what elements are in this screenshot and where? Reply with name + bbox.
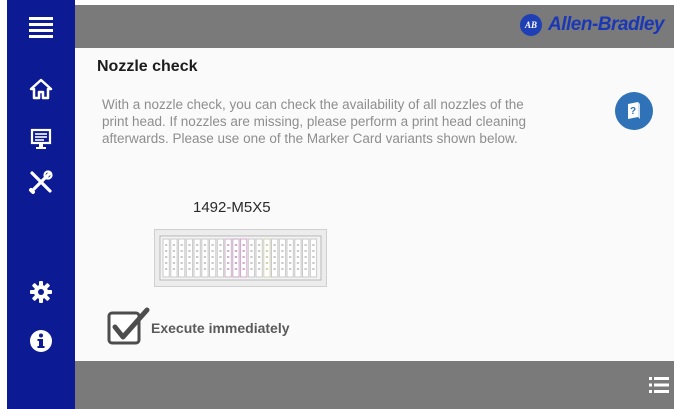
home-button[interactable] xyxy=(7,73,75,105)
sidebar xyxy=(7,0,75,409)
info-icon xyxy=(30,330,52,352)
top-bar: AB Allen-Bradley xyxy=(75,5,674,48)
manual-icon: ? xyxy=(628,102,640,119)
execute-label: Execute immediately xyxy=(151,320,290,336)
execute-immediately-toggle[interactable]: Execute immediately xyxy=(107,307,290,345)
menu-icon xyxy=(29,17,53,38)
settings-button[interactable] xyxy=(7,277,75,307)
monitor-button[interactable] xyxy=(7,124,75,154)
marker-card-image xyxy=(154,229,327,287)
main-panel: Nozzle check With a nozzle check, you ca… xyxy=(75,48,674,361)
page-description: With a nozzle check, you can check the a… xyxy=(102,97,526,146)
list-icon xyxy=(649,377,669,393)
brand-name: Allen-Bradley xyxy=(548,14,664,35)
monitor-icon xyxy=(30,128,52,149)
bottom-bar xyxy=(75,361,674,409)
brand-logo: AB Allen-Bradley xyxy=(520,14,664,36)
marker-card-graphic xyxy=(159,235,322,281)
home-icon xyxy=(29,78,53,100)
info-button[interactable] xyxy=(7,326,75,356)
list-button[interactable] xyxy=(648,375,670,400)
tools-button[interactable] xyxy=(7,166,75,198)
svg-text:?: ? xyxy=(630,106,636,117)
marker-card-label: 1492-M5X5 xyxy=(193,199,271,216)
menu-button[interactable] xyxy=(7,10,75,44)
gear-icon xyxy=(30,281,52,303)
page-title: Nozzle check xyxy=(97,58,198,75)
help-button[interactable]: ? xyxy=(615,92,653,130)
brand-mark: AB xyxy=(520,14,543,36)
tools-icon xyxy=(29,170,53,194)
checkmark-icon xyxy=(107,307,150,345)
execute-checkbox[interactable] xyxy=(107,307,150,345)
